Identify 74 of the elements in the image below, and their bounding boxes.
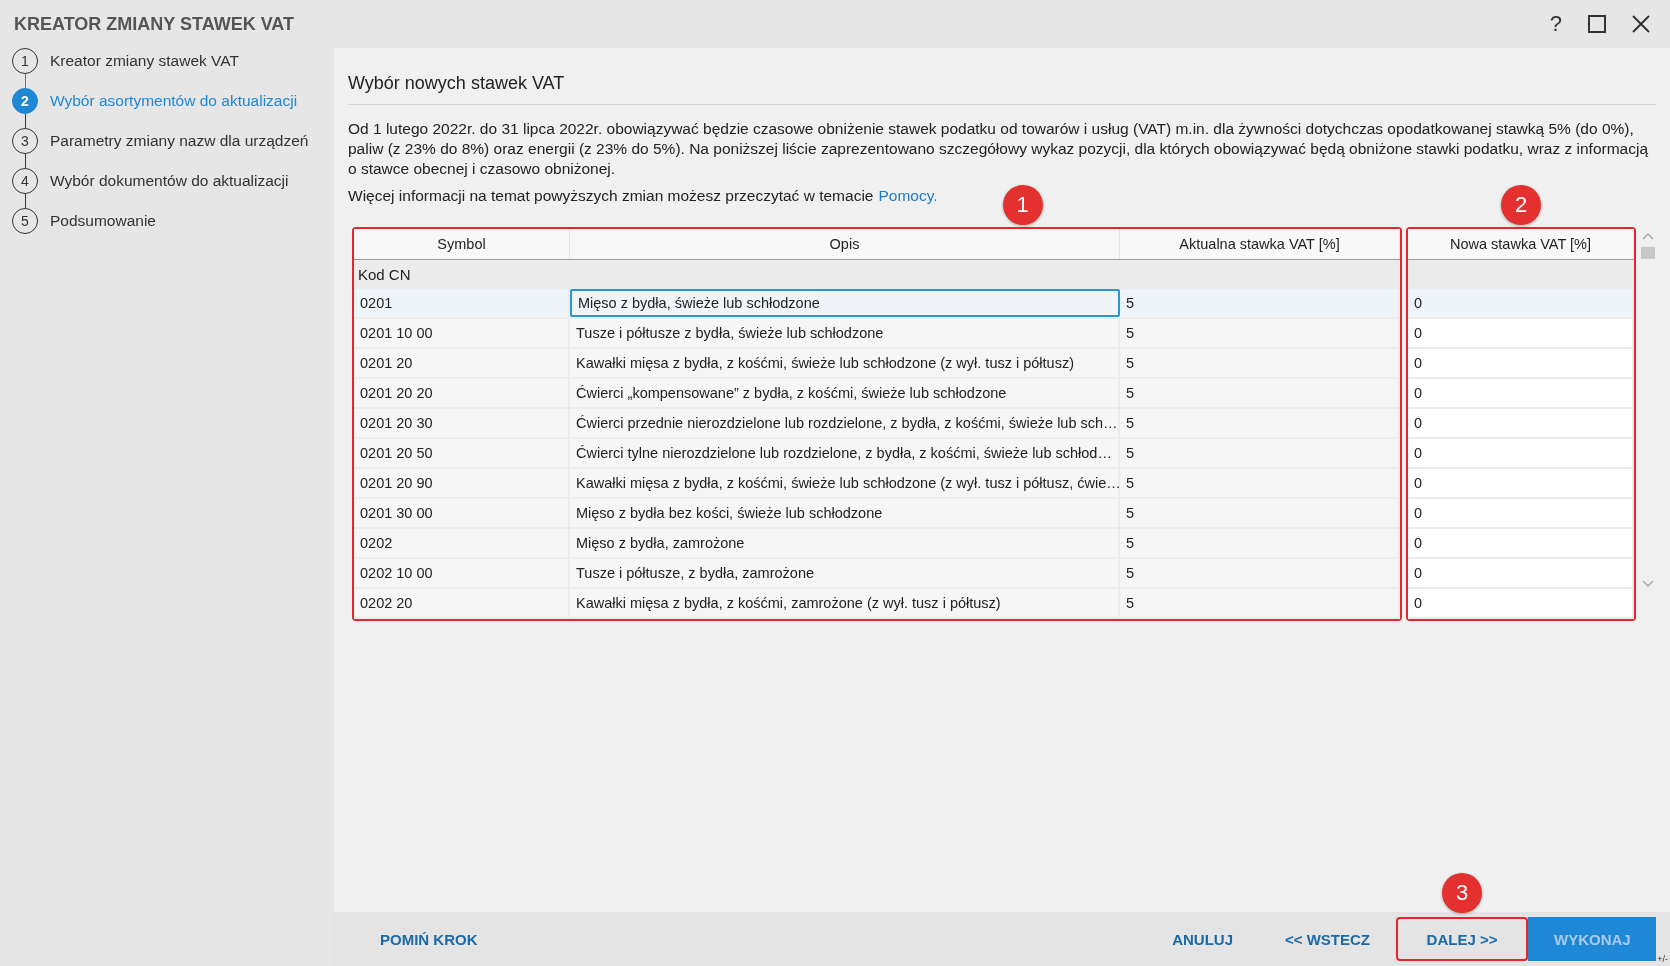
table-cell: 0201 10 00: [354, 319, 570, 347]
table-cell: Tusze i półtusze z bydła, świeże lub schłodzone: [570, 319, 1120, 347]
table-cell: 0201: [354, 289, 570, 317]
table-cell: Ćwierci „kompensowane” z bydła, z kośćmi, świeże lub schłodzone: [570, 379, 1120, 407]
table-cell: 0202 20: [354, 589, 570, 617]
table-cell: 0: [1408, 289, 1634, 317]
table-cell: Kawałki mięsa z bydła, z kośćmi, zamrożone (z wył. tusz i półtusz): [570, 589, 1120, 617]
group-label: Kod CN: [358, 266, 411, 283]
more-info-text: Więcej informacji na temat powyższych zmian możesz przeczytać w temacie: [348, 187, 874, 205]
wizard-step[interactable]: 1 Kreator zmiany stawek VAT: [12, 48, 322, 74]
table-cell: 0: [1408, 529, 1634, 557]
table-cell: 5: [1120, 469, 1400, 497]
description-text: Od 1 lutego 2022r. do 31 lipca 2022r. obowiązywać będzie czasowe obniżenie stawek podatku od towarów i usług (VAT) m.in. dla żywności dotychczas opodatkowanej stawką 5% (do 0%), paliw (z 23% do 8%) oraz energii (z 23% do 5%). Na poniższej liście zaprezentowano szczegółowy wykaz pozycji, dla których obowiązywać będą obniżone stawki podatku, wraz z informacją o stawce obecnej i czasowo obniżonej.: [348, 119, 1650, 179]
step-number: 3: [12, 128, 38, 154]
table-cell: 5: [1120, 289, 1400, 317]
table-cell: 5: [1120, 379, 1400, 407]
column-header[interactable]: Symbol: [354, 229, 570, 259]
table-cell: Mięso z bydła, świeże lub schłodzone: [570, 289, 1120, 317]
table-cell: 5: [1120, 409, 1400, 437]
table-cell: 0: [1408, 589, 1634, 617]
wizard-step[interactable]: 4 Wybór dokumentów do aktualizacji: [12, 168, 322, 194]
table-cell: 0: [1408, 409, 1634, 437]
step-number: 5: [12, 208, 38, 234]
callout-badge: 3: [1442, 873, 1482, 913]
table-cell: 5: [1120, 319, 1400, 347]
table-cell: 0201 20: [354, 349, 570, 377]
table-cell: 0: [1408, 379, 1634, 407]
column-header[interactable]: Nowa stawka VAT [%]: [1408, 229, 1634, 259]
help-button[interactable]: ?: [1549, 11, 1562, 37]
wizard-step[interactable]: 3 Parametry zmiany nazw dla urządzeń: [12, 128, 322, 154]
footer-button[interactable]: POMIŃ KROK: [354, 917, 504, 961]
window-title: KREATOR ZMIANY STAWEK VAT: [14, 13, 294, 35]
table-cell: 5: [1120, 589, 1400, 617]
table-cell: 0: [1408, 319, 1634, 347]
column-header[interactable]: Aktualna stawka VAT [%]: [1120, 229, 1400, 259]
table-cell: Ćwierci przednie nierozdzielone lub rozdzielone, z bydła, z kośćmi, świeże lub sch…: [570, 409, 1120, 437]
table-cell: 0201 20 20: [354, 379, 570, 407]
maximize-icon[interactable]: [1588, 15, 1606, 33]
column-header[interactable]: Opis: [570, 229, 1120, 259]
callout-badge: 2: [1501, 185, 1541, 225]
table-cell: 5: [1120, 529, 1400, 557]
table-cell: Mięso z bydła bez kości, świeże lub schłodzone: [570, 499, 1120, 527]
table-cell: Kawałki mięsa z bydła, z kośćmi, świeże lub schłodzone (z wył. tusz i półtusz, ćwie…: [570, 469, 1120, 497]
table-cell: 5: [1120, 349, 1400, 377]
step-number: 2: [12, 88, 38, 114]
table-cell: 0: [1408, 349, 1634, 377]
step-number: 1: [12, 48, 38, 74]
table-cell: 5: [1120, 499, 1400, 527]
corner-mark: +/-: [1657, 954, 1668, 964]
table-cell: Ćwierci tylne nierozdzielone lub rozdzielone, z bydła, z kośćmi, świeże lub schłod…: [570, 439, 1120, 467]
table-cell: 0201 20 50: [354, 439, 570, 467]
table-cell: 0202: [354, 529, 570, 557]
section-heading: Wybór nowych stawek VAT: [348, 73, 1656, 105]
table-cell: 0: [1408, 499, 1634, 527]
close-icon[interactable]: [1632, 15, 1650, 33]
table-cell: Kawałki mięsa z bydła, z kośćmi, świeże lub schłodzone (z wył. tusz i półtusz): [570, 349, 1120, 377]
table-cell: Tusze i półtusze, z bydła, zamrożone: [570, 559, 1120, 587]
footer-button[interactable]: << WSTECZ: [1259, 917, 1396, 961]
footer-button[interactable]: ANULUJ: [1146, 917, 1259, 961]
wizard-step[interactable]: 2 Wybór asortymentów do aktualizacji: [12, 88, 322, 114]
table-cell: 0: [1408, 559, 1634, 587]
help-link[interactable]: Pomocy.: [878, 187, 938, 205]
table-cell: 0201 20 90: [354, 469, 570, 497]
table-cell: 0202 10 00: [354, 559, 570, 587]
table-cell: 5: [1120, 439, 1400, 467]
wizard-step[interactable]: 5 Podsumowanie: [12, 208, 322, 234]
step-number: 4: [12, 168, 38, 194]
table-cell: 0: [1408, 439, 1634, 467]
table-cell: Mięso z bydła, zamrożone: [570, 529, 1120, 557]
callout-badge: 1: [1002, 185, 1043, 225]
table-cell: 0201 30 00: [354, 499, 570, 527]
table-cell: 0201 20 30: [354, 409, 570, 437]
table-cell: 0: [1408, 469, 1634, 497]
table-cell: 5: [1120, 559, 1400, 587]
